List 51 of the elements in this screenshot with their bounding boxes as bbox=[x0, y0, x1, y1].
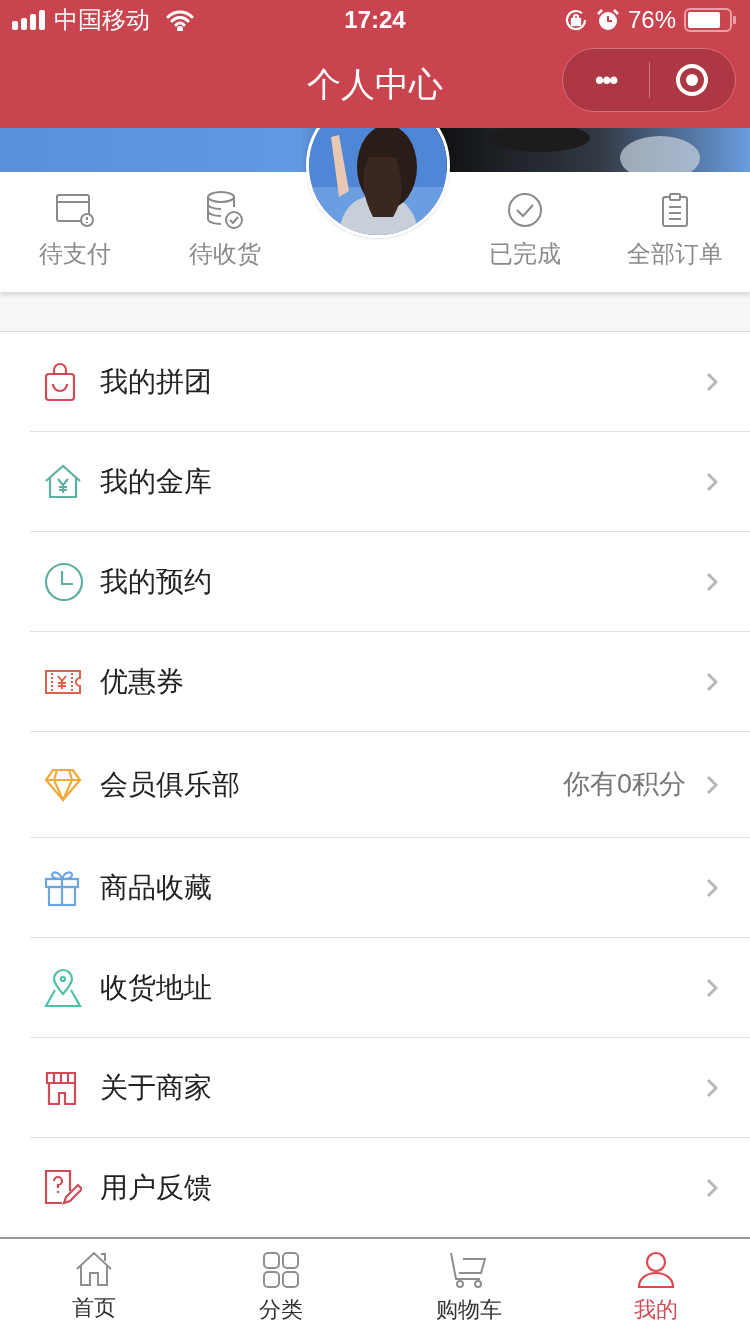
points-text: 你有0积分 bbox=[562, 768, 686, 802]
rotation-lock-icon bbox=[563, 8, 588, 32]
menu-label: 我的预约 bbox=[100, 564, 213, 599]
menu-item[interactable]: 优惠券 bbox=[30, 632, 750, 732]
chevron-icon bbox=[706, 571, 718, 592]
menu-item[interactable]: 我的金库 bbox=[30, 432, 750, 532]
user-icon bbox=[637, 1251, 676, 1289]
chevron-icon bbox=[706, 877, 718, 898]
home-icon bbox=[74, 1251, 113, 1287]
menu-item[interactable]: 商品收藏 bbox=[30, 838, 750, 938]
battery-icon bbox=[684, 8, 738, 32]
chevron-icon bbox=[706, 1178, 718, 1198]
signal-icon bbox=[12, 10, 46, 30]
check-circle-icon bbox=[507, 192, 543, 228]
battery-percent: 76% bbox=[627, 5, 676, 35]
menu-label: 收货地址 bbox=[100, 970, 213, 1005]
wallet-icon bbox=[55, 192, 95, 228]
chevron-icon bbox=[706, 774, 718, 795]
clipboard-icon bbox=[660, 192, 690, 228]
menu-label: 商品收藏 bbox=[100, 870, 213, 905]
status-time: 17:24 bbox=[344, 5, 406, 35]
more-button[interactable]: ••• bbox=[563, 49, 649, 111]
page-title: 个人中心 bbox=[307, 63, 443, 105]
menu-label: 我的金库 bbox=[100, 464, 213, 499]
menu-label: 用户反馈 bbox=[100, 1171, 213, 1205]
target-icon bbox=[675, 63, 710, 97]
chevron-icon bbox=[706, 371, 718, 392]
menu-item[interactable]: 我的拼团 bbox=[30, 332, 750, 432]
chevron-icon bbox=[706, 671, 718, 692]
chevron-icon bbox=[706, 1077, 718, 1098]
chevron-icon bbox=[706, 471, 718, 492]
menu-label: 优惠券 bbox=[100, 664, 185, 699]
tab-item[interactable]: 分类 bbox=[187, 1239, 375, 1334]
coin-stack-icon bbox=[205, 190, 245, 230]
menu-item[interactable]: 会员俱乐部 你有0积分 bbox=[30, 732, 750, 838]
menu-label: 我的拼团 bbox=[100, 364, 213, 399]
menu-item[interactable]: 收货地址 bbox=[30, 938, 750, 1038]
menu-label: 关于商家 bbox=[100, 1070, 213, 1105]
wifi-icon bbox=[166, 9, 194, 31]
tab-item[interactable]: 我的 bbox=[562, 1239, 750, 1334]
menu-item[interactable]: 用户反馈 bbox=[30, 1138, 750, 1238]
menu-item[interactable]: 关于商家 bbox=[30, 1038, 750, 1138]
alarm-icon bbox=[595, 8, 620, 32]
tab-item[interactable]: 购物车 bbox=[375, 1239, 563, 1334]
tab-item[interactable]: 首页 bbox=[0, 1239, 188, 1334]
menu-label: 会员俱乐部 bbox=[100, 767, 241, 802]
grid-icon bbox=[262, 1251, 301, 1289]
cart-icon bbox=[448, 1251, 489, 1289]
chevron-icon bbox=[706, 977, 718, 998]
menu-item[interactable]: 我的预约 bbox=[30, 532, 750, 632]
carrier-name: 中国移动 bbox=[54, 5, 150, 35]
